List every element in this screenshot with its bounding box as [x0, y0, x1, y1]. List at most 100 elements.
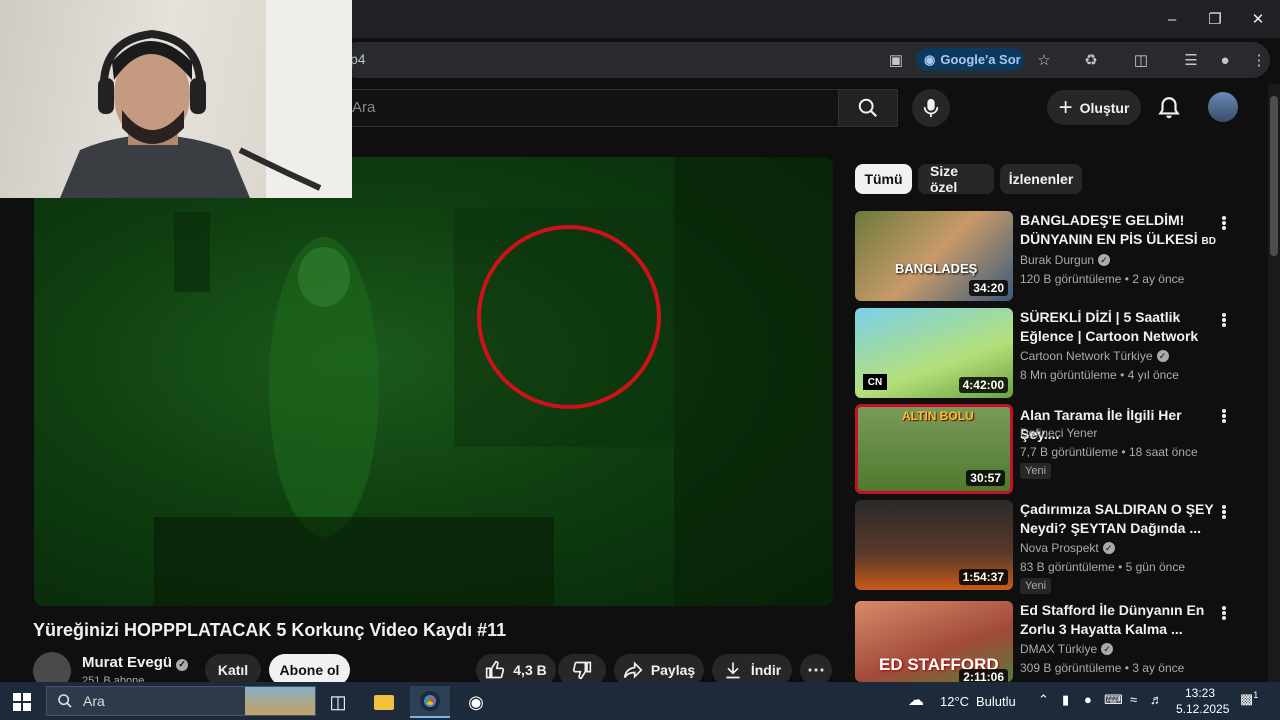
- weather-desc[interactable]: Bulutlu: [976, 694, 1016, 709]
- weather-cloud-icon: ☁: [908, 692, 924, 709]
- file-explorer-icon[interactable]: [364, 686, 404, 718]
- notifications-icon[interactable]: ▩1: [1240, 690, 1258, 708]
- recommendation-item[interactable]: 1:54:37 Çadırımıza SALDIRAN O ŞEY Neydi?…: [855, 500, 1265, 594]
- mic-tray-icon[interactable]: ●: [1084, 692, 1092, 707]
- ask-google-button[interactable]: ◉ Google'a Sor: [916, 48, 1024, 71]
- thumbnail-caption: ALTIN BOLU: [902, 409, 974, 423]
- share-label: Paylaş: [650, 662, 696, 678]
- recorder-app-icon[interactable]: ◉: [456, 686, 496, 718]
- video-thumbnail[interactable]: ED STAFFORD 2:11:06: [855, 601, 1013, 682]
- verified-check-icon: ✓: [1102, 542, 1115, 554]
- upload-age: 2 ay önce: [1132, 272, 1185, 286]
- verified-check-icon: ✓: [1101, 643, 1114, 655]
- thumbs-down-icon: [572, 661, 592, 680]
- upload-age: 4 yıl önce: [1127, 368, 1179, 382]
- video-thumbnail[interactable]: BANGLADEŞ 34:20: [855, 211, 1013, 301]
- thumbnail-caption: BANGLADEŞ: [895, 261, 978, 276]
- more-vert-icon[interactable]: [1218, 502, 1230, 522]
- recommendation-title[interactable]: Ed Stafford İle Dünyanın En Zorlu 3 Haya…: [1020, 601, 1220, 639]
- more-vert-icon[interactable]: [1218, 213, 1230, 233]
- translate-icon[interactable]: ◫: [1130, 49, 1152, 71]
- recommendation-item[interactable]: ED STAFFORD 2:11:06 Ed Stafford İle Düny…: [855, 601, 1265, 693]
- country-flag-label: BD: [1201, 236, 1216, 247]
- search-icon: [858, 98, 878, 118]
- recommendation-channel[interactable]: Nova Prospekt ✓: [1020, 541, 1115, 555]
- recommendation-title[interactable]: BANGLADEŞ'E GELDİM! DÜNYANIN EN PİS ÜLKE…: [1020, 211, 1220, 249]
- upload-age: 5 gün önce: [1125, 560, 1185, 574]
- extensions-icon[interactable]: ♻: [1080, 49, 1102, 71]
- cartoon-network-logo: CN: [863, 374, 887, 390]
- recommendation-channel[interactable]: Burak Durgun ✓: [1020, 253, 1111, 267]
- recommendation-meta: 83 B görüntüleme • 5 gün önce: [1020, 560, 1185, 574]
- download-icon: [726, 662, 740, 679]
- webcam-overlay: [0, 0, 352, 198]
- weather-temp[interactable]: 12°C: [940, 694, 969, 709]
- close-icon[interactable]: ✕: [1237, 0, 1279, 38]
- media-queue-icon[interactable]: ☰: [1180, 49, 1202, 71]
- search-button[interactable]: [838, 89, 898, 127]
- windows-start-icon[interactable]: [2, 686, 42, 718]
- streamer-image: [60, 0, 352, 198]
- notifications-bell-icon[interactable]: [1156, 95, 1182, 121]
- search-highlight-image: [245, 687, 315, 715]
- create-button[interactable]: + Oluştur: [1047, 90, 1141, 125]
- chip-watched[interactable]: İzlenenler: [1000, 164, 1082, 194]
- recommendation-channel[interactable]: Cartoon Network Türkiye ✓: [1020, 349, 1169, 363]
- windows-logo-icon: [13, 693, 31, 711]
- recommendation-meta: 8 Mn görüntüleme • 4 yıl önce: [1020, 368, 1179, 382]
- scrollbar-thumb[interactable]: [1270, 96, 1278, 256]
- recommendation-item[interactable]: CN 4:42:00 SÜREKLİ DİZİ | 5 Saatlik Eğle…: [855, 308, 1265, 400]
- search-icon: [58, 694, 72, 708]
- download-label: İndir: [750, 662, 782, 678]
- battery-icon[interactable]: ▮: [1062, 692, 1069, 708]
- chevron-up-icon[interactable]: ⌃: [1038, 692, 1049, 708]
- bookmark-star-icon[interactable]: ☆: [1033, 49, 1055, 71]
- recommendation-item[interactable]: BANGLADEŞ 34:20 BANGLADEŞ'E GELDİM! DÜNY…: [855, 211, 1265, 303]
- chrome-taskbar-icon[interactable]: [410, 686, 450, 718]
- maximize-icon[interactable]: ❐: [1194, 0, 1236, 38]
- recommendation-channel-name: Defineci Yener: [1020, 426, 1098, 440]
- recommendation-channel-name: Cartoon Network Türkiye: [1020, 349, 1153, 363]
- more-vert-icon[interactable]: [1218, 603, 1230, 623]
- recommendation-channel[interactable]: Defineci Yener: [1020, 426, 1097, 440]
- voice-search-button[interactable]: [912, 89, 950, 127]
- video-player[interactable]: [34, 157, 833, 606]
- chrome-menu-icon[interactable]: ⋮: [1248, 49, 1270, 71]
- volume-icon[interactable]: ♬: [1150, 692, 1163, 707]
- google-lens-icon: ◉: [924, 51, 936, 67]
- chip-for-you-label: Size özel: [930, 163, 959, 195]
- minimize-icon[interactable]: –: [1151, 0, 1193, 38]
- recommendation-title[interactable]: Çadırımıza SALDIRAN O ŞEY Neydi? ŞEYTAN …: [1020, 500, 1220, 538]
- channel-name[interactable]: Murat Evegü ✓: [82, 654, 189, 671]
- subscribe-label: Abone ol: [279, 662, 340, 678]
- recommendation-channel[interactable]: DMAX Türkiye ✓: [1020, 642, 1114, 656]
- install-icon[interactable]: ▣: [885, 49, 907, 71]
- profile-icon[interactable]: ●: [1214, 49, 1236, 71]
- recommendation-item[interactable]: ALTIN BOLU 30:57 Alan Tarama İle İlgili …: [855, 404, 1265, 496]
- address-text: p4: [350, 51, 366, 67]
- recommendation-channel-name: Burak Durgun: [1020, 253, 1095, 267]
- taskbar-search-label: Ara: [83, 693, 105, 709]
- search-placeholder: Ara: [352, 99, 376, 116]
- keyboard-icon[interactable]: ⌨: [1104, 692, 1123, 708]
- taskbar-search[interactable]: Ara: [46, 686, 316, 716]
- chip-all[interactable]: Tümü: [855, 164, 912, 194]
- clock[interactable]: 13:23 5.12.2025: [1176, 686, 1229, 716]
- more-vert-icon[interactable]: [1218, 406, 1230, 426]
- video-thumbnail[interactable]: ALTIN BOLU 30:57: [855, 404, 1013, 494]
- plus-icon: +: [1058, 93, 1073, 121]
- search-input[interactable]: [340, 89, 838, 127]
- view-count: 83 B görüntüleme: [1020, 560, 1115, 574]
- wifi-icon[interactable]: ≈: [1130, 692, 1137, 707]
- chip-for-you[interactable]: Size özel: [918, 163, 994, 195]
- video-thumbnail[interactable]: CN 4:42:00: [855, 308, 1013, 398]
- video-duration: 2:11:06: [959, 669, 1008, 682]
- task-view-icon[interactable]: ◫: [318, 686, 358, 718]
- recommendation-title[interactable]: SÜREKLİ DİZİ | 5 Saatlik Eğlence | Carto…: [1020, 308, 1220, 346]
- video-duration: 1:54:37: [958, 569, 1008, 585]
- view-count: 7,7 B görüntüleme: [1020, 445, 1119, 459]
- video-thumbnail[interactable]: 1:54:37: [855, 500, 1013, 590]
- more-vert-icon[interactable]: [1218, 310, 1230, 330]
- channel-name-text: Murat Evegü: [82, 654, 173, 671]
- account-avatar[interactable]: [1208, 92, 1238, 122]
